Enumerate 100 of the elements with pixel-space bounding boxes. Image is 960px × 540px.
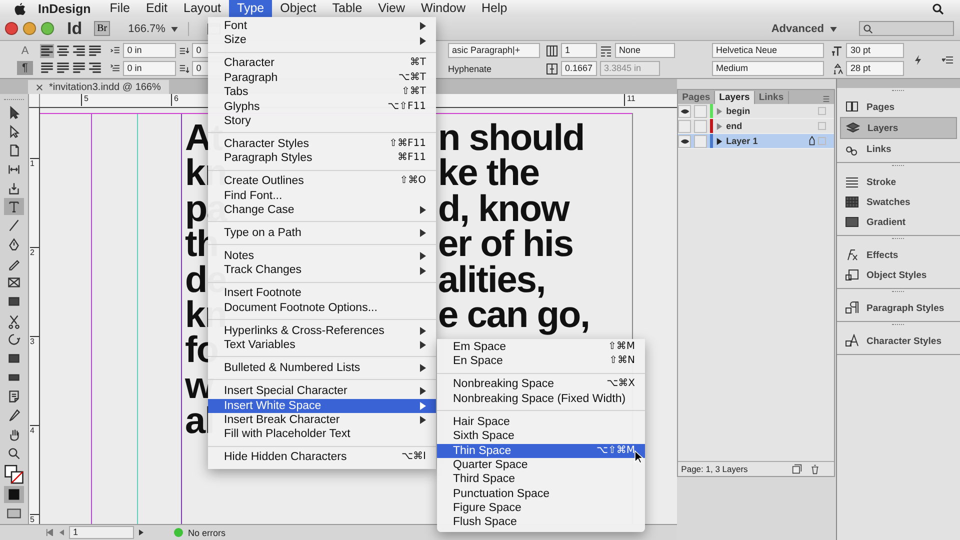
align-icon[interactable] [72, 61, 86, 75]
font-size-field[interactable]: 30 pt [846, 43, 904, 58]
menu-item[interactable]: Character ⌘T [208, 56, 436, 71]
minimize-button[interactable] [23, 22, 36, 35]
menu-item[interactable]: Nonbreaking Space ⌥⌘X [437, 377, 645, 392]
span-columns-dropdown[interactable]: None [615, 43, 675, 58]
menu-item[interactable]: Type [229, 0, 272, 17]
panel-button[interactable]: Gradient [840, 212, 957, 232]
menu-item[interactable]: Layout [176, 0, 230, 17]
left-indent-field[interactable]: 0 in [123, 43, 176, 58]
search-field[interactable] [859, 21, 954, 36]
eye-icon[interactable] [680, 108, 690, 114]
font-style-dropdown[interactable]: Medium [712, 61, 824, 76]
lock-toggle[interactable] [694, 134, 708, 148]
mode-button[interactable]: ¶ [17, 61, 33, 75]
menu-item[interactable]: Edit [138, 0, 176, 17]
align-icon[interactable] [72, 44, 86, 58]
page-number-field[interactable]: 1 [69, 526, 134, 539]
panel-button[interactable]: Character Styles [840, 331, 957, 351]
previous-page-icon[interactable] [58, 529, 64, 536]
lightning-icon[interactable] [912, 52, 924, 66]
zoom-dropdown[interactable]: 166.7% [122, 22, 190, 36]
menu-item[interactable]: Font [208, 19, 436, 34]
menu-item[interactable]: Punctuation Space [437, 486, 645, 502]
first-line-indent-field[interactable]: 0 in [123, 61, 176, 76]
menu-item[interactable]: Window [413, 0, 474, 17]
panel-menu-icon[interactable] [942, 54, 954, 66]
align-icon[interactable] [40, 44, 54, 58]
panel-button[interactable]: Layers [840, 117, 957, 139]
menu-item[interactable]: Hair Space [437, 414, 645, 430]
bridge-button[interactable]: Br [94, 21, 110, 36]
menu-item[interactable]: Object [272, 0, 324, 17]
menu-item[interactable]: Insert White Space [208, 398, 436, 413]
align-icon[interactable] [56, 44, 70, 58]
close-button[interactable] [5, 22, 18, 35]
columns-field[interactable]: 1 [561, 43, 597, 58]
align-icon[interactable] [88, 44, 102, 58]
panel-button[interactable]: Object Styles [840, 265, 957, 285]
panel-button[interactable]: Effects [840, 245, 957, 265]
apple-logo-icon[interactable] [14, 2, 26, 16]
align-icon[interactable] [56, 61, 70, 75]
workspace-dropdown[interactable]: Advanced [765, 22, 843, 36]
menu-item[interactable]: Type on a Path [208, 226, 436, 240]
menu-item[interactable]: Find Font... [208, 188, 436, 204]
menu-item[interactable]: Sixth Space [437, 429, 645, 444]
mode-button[interactable]: A [17, 44, 33, 58]
zoom-button[interactable] [41, 22, 54, 35]
leading-field[interactable]: 28 pt [846, 61, 904, 76]
menu-item[interactable]: Flush Space [437, 515, 645, 530]
panel-button[interactable]: Stroke [840, 172, 957, 192]
menu-item[interactable]: Help [474, 0, 516, 17]
align-icon[interactable] [40, 61, 54, 75]
preflight-status[interactable]: No errors [188, 528, 226, 538]
menu-item[interactable]: Quarter Space [437, 458, 645, 472]
panel-button[interactable]: Pages [840, 97, 957, 117]
menu-item[interactable]: Change Case [208, 203, 436, 218]
lock-toggle[interactable] [694, 120, 708, 132]
menu-item[interactable]: Em Space ⇧⌘M [437, 340, 645, 354]
menu-item[interactable]: Insert Break Character [208, 412, 436, 428]
trash-icon[interactable] [810, 464, 820, 474]
hyphenate-label[interactable]: Hyphenate [448, 64, 492, 74]
close-icon[interactable] [36, 84, 43, 90]
menu-item[interactable]: Third Space [437, 472, 645, 487]
layer-row[interactable]: begin [678, 104, 834, 119]
panel-button[interactable]: Links [840, 139, 957, 159]
paragraph-style-dropdown[interactable]: asic Paragraph|+ [448, 43, 540, 58]
menu-item[interactable]: Table [324, 0, 370, 17]
fill-stroke-icon[interactable] [4, 464, 24, 484]
document-tab[interactable]: *invitation3.indd @ 166% [28, 80, 169, 94]
app-menu[interactable]: InDesign [38, 2, 98, 16]
menu-item[interactable]: Hide Hidden Characters ⌥⌘I [208, 450, 436, 465]
menu-item[interactable]: En Space ⇧⌘N [437, 354, 645, 369]
lock-toggle[interactable] [694, 104, 708, 118]
gutter-field[interactable]: 0.1667 [561, 61, 597, 76]
type-tool-icon[interactable] [4, 198, 24, 216]
menu-item[interactable]: Tabs ⇧⌘T [208, 85, 436, 100]
menu-item[interactable]: Size [208, 33, 436, 48]
first-page-icon[interactable] [46, 529, 53, 536]
normal-view-icon[interactable] [4, 486, 24, 504]
menu-item[interactable]: Nonbreaking Space (Fixed Width) [437, 392, 645, 406]
menu-item[interactable]: Track Changes [208, 263, 436, 278]
align-icon[interactable] [88, 61, 102, 75]
menu-item[interactable]: Paragraph ⌥⌘T [208, 70, 436, 86]
next-page-icon[interactable] [139, 529, 145, 536]
panel-button[interactable]: Swatches [840, 192, 957, 212]
expand-triangle-icon[interactable] [716, 138, 724, 144]
panel-button[interactable]: Paragraph Styles [840, 298, 957, 318]
new-layer-icon[interactable] [792, 464, 802, 474]
menu-item[interactable]: View [370, 0, 414, 17]
panel-tab[interactable]: Links [754, 91, 789, 104]
menu-item[interactable]: Notes [208, 249, 436, 264]
search-icon[interactable] [932, 2, 944, 14]
menu-item[interactable]: Figure Space [437, 501, 645, 516]
menu-item[interactable]: Glyphs ⌥⇧F11 [208, 100, 436, 114]
panel-tab[interactable]: Layers [715, 91, 755, 104]
menu-item[interactable]: File [102, 0, 138, 17]
menu-item[interactable]: Thin Space ⌥⇧⌘M [437, 444, 645, 458]
font-family-dropdown[interactable]: Helvetica Neue [712, 43, 824, 58]
menu-item[interactable]: Fill with Placeholder Text [208, 427, 436, 442]
eye-icon[interactable] [680, 138, 690, 144]
